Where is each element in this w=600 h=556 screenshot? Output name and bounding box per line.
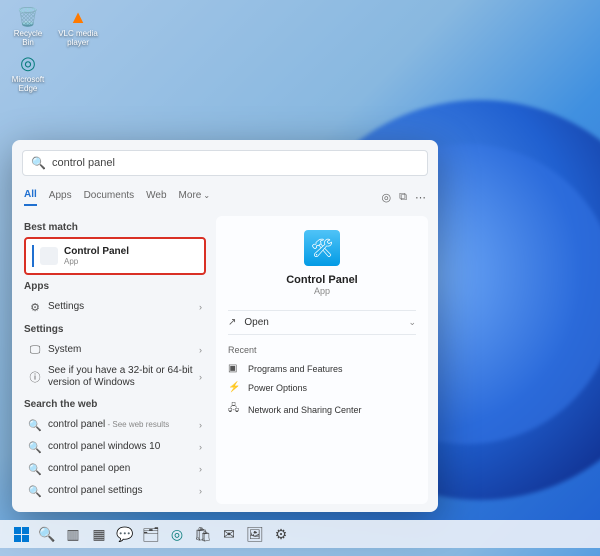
best-match-heading: Best match (24, 222, 206, 233)
search-input[interactable] (52, 157, 419, 169)
vlc-icon: ▲ (67, 6, 89, 28)
recent-power-options[interactable]: ⚡ Power Options (228, 378, 416, 397)
result-system[interactable]: 🖵 System › (24, 339, 206, 361)
network-icon: 🖧 (228, 401, 240, 418)
detail-sub: App (314, 286, 330, 296)
detail-card: 🛠 Control Panel App ↗ Open ⌄ Recent ▣ Pr… (216, 216, 428, 504)
search-bar[interactable]: 🔍 (22, 150, 428, 176)
file-explorer[interactable]: 🗂 (142, 525, 160, 543)
best-match-control-panel[interactable]: Control Panel App (24, 237, 206, 275)
more-icon[interactable]: ⋯ (415, 191, 426, 204)
search-icon: 🔍 (28, 440, 42, 454)
edge-label: Microsoft Edge (8, 76, 48, 94)
taskbar: 🔍 ▥ ▦ 💬 🗂 ◎ 🛍 ✉ 🖼 ⚙ (0, 520, 600, 548)
result-label: control panel settings (48, 485, 199, 497)
recycle-bin[interactable]: 🗑️ Recycle Bin (8, 6, 48, 48)
search-icon: 🔍 (28, 462, 42, 476)
chevron-right-icon: › (199, 486, 202, 496)
open-icon: ↗ (228, 317, 236, 328)
result-label: See if you have a 32-bit or 64-bit versi… (48, 365, 199, 389)
chevron-down-icon: ⌄ (408, 317, 416, 328)
search-icon: 🔍 (31, 156, 46, 170)
start-button[interactable] (12, 525, 30, 543)
recent-programs-and-features[interactable]: ▣ Programs and Features (228, 359, 416, 378)
detail-title: Control Panel (286, 274, 358, 286)
edge-icon: ◎ (17, 52, 39, 74)
filter-icon[interactable]: ⧉ (399, 191, 407, 204)
tabs-row: All Apps Documents Web More⌄ ◎ ⧉ ⋯ (24, 186, 426, 208)
vlc[interactable]: ▲ VLC media player (58, 6, 98, 48)
taskbar-search[interactable]: 🔍 (38, 525, 56, 543)
programs-icon: ▣ (228, 363, 240, 374)
result-settings[interactable]: ⚙ Settings › (24, 296, 206, 318)
photos[interactable]: 🖼 (246, 525, 264, 543)
settings-taskbar[interactable]: ⚙ (272, 525, 290, 543)
detail-column: 🛠 Control Panel App ↗ Open ⌄ Recent ▣ Pr… (212, 208, 438, 512)
edge-taskbar[interactable]: ◎ (168, 525, 186, 543)
chevron-right-icon: › (199, 345, 202, 355)
result-label: control panel - See web results (48, 419, 199, 431)
mail[interactable]: ✉ (220, 525, 238, 543)
tab-all[interactable]: All (24, 189, 37, 206)
recent-label: Power Options (248, 383, 307, 393)
web-heading: Search the web (24, 399, 206, 410)
control-panel-large-icon: 🛠 (304, 230, 340, 266)
info-icon: ⓘ (28, 370, 42, 384)
chevron-right-icon: › (199, 420, 202, 430)
result-label: System (48, 344, 199, 356)
search-icon: 🔍 (28, 418, 42, 432)
tab-apps[interactable]: Apps (49, 190, 72, 205)
tab-documents[interactable]: Documents (84, 190, 135, 205)
control-panel-icon (40, 247, 58, 265)
best-match-title: Control Panel (64, 246, 129, 257)
monitor-icon: 🖵 (28, 343, 42, 357)
chevron-right-icon: › (199, 302, 202, 312)
open-label: Open (244, 317, 408, 328)
result-label: control panel windows 10 (48, 441, 199, 453)
recent-label: Programs and Features (248, 364, 343, 374)
recent-label: Network and Sharing Center (248, 405, 362, 415)
web-result[interactable]: 🔍 control panel - See web results › (24, 414, 206, 436)
widgets[interactable]: ▦ (90, 525, 108, 543)
chevron-right-icon: › (199, 442, 202, 452)
tab-more[interactable]: More⌄ (179, 190, 211, 205)
vlc-label: VLC media player (58, 30, 98, 48)
recycle-bin-icon: 🗑️ (17, 6, 39, 28)
chevron-right-icon: › (199, 464, 202, 474)
result-label: Settings (48, 301, 199, 313)
power-icon: ⚡ (228, 382, 240, 393)
store[interactable]: 🛍 (194, 525, 212, 543)
search-icon: 🔍 (28, 484, 42, 498)
chevron-down-icon: ⌄ (203, 191, 210, 200)
selection-indicator (32, 245, 34, 267)
apps-heading: Apps (24, 281, 206, 292)
open-button[interactable]: ↗ Open ⌄ (228, 310, 416, 335)
search-panel: 🔍 All Apps Documents Web More⌄ ◎ ⧉ ⋯ Bes… (12, 140, 438, 512)
gear-icon: ⚙ (28, 300, 42, 314)
recent-heading: Recent (228, 345, 416, 355)
microsoft-edge[interactable]: ◎ Microsoft Edge (8, 52, 48, 94)
tab-web[interactable]: Web (146, 190, 166, 205)
results-column: Best match Control Panel App Apps ⚙ Sett… (12, 208, 212, 512)
result-label: control panel open (48, 463, 199, 475)
web-result[interactable]: 🔍 control panel settings › (24, 480, 206, 502)
rewards-icon[interactable]: ◎ (382, 191, 392, 204)
recycle-bin-label: Recycle Bin (8, 30, 48, 48)
web-result[interactable]: 🔍 control panel open › (24, 458, 206, 480)
result-32-64-bit[interactable]: ⓘ See if you have a 32-bit or 64-bit ver… (24, 361, 206, 393)
desktop-icons: 🗑️ Recycle Bin ▲ VLC media player (8, 6, 98, 48)
best-match-sub: App (64, 257, 129, 266)
web-result[interactable]: 🔍 control panel windows 10 › (24, 436, 206, 458)
recent-network-sharing[interactable]: 🖧 Network and Sharing Center (228, 397, 416, 422)
chat[interactable]: 💬 (116, 525, 134, 543)
chevron-right-icon: › (199, 372, 202, 382)
windows-logo-icon (14, 527, 29, 542)
settings-heading: Settings (24, 324, 206, 335)
task-view[interactable]: ▥ (64, 525, 82, 543)
